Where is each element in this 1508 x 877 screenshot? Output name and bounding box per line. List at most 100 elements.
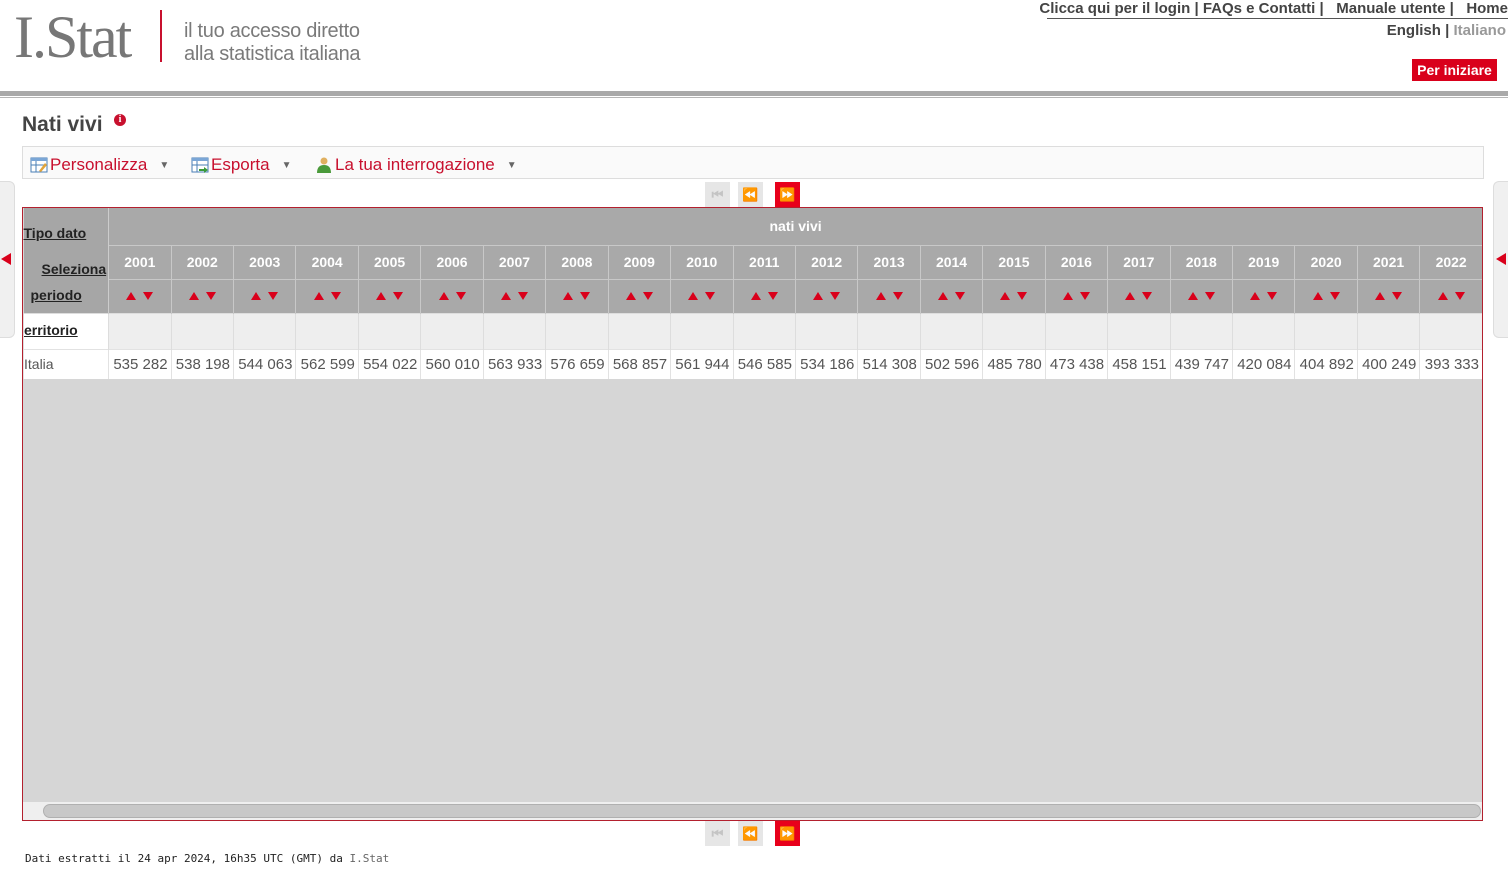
info-icon[interactable]: i (114, 114, 126, 126)
year-header: 2006 (420, 244, 484, 279)
sort-descending-icon[interactable] (580, 291, 591, 300)
sort-ascending-icon[interactable] (1062, 291, 1073, 300)
empty-cell (420, 312, 484, 349)
sort-descending-icon[interactable] (330, 291, 341, 300)
sort-descending-icon[interactable] (1079, 291, 1090, 300)
sort-ascending-icon[interactable] (1125, 291, 1136, 300)
sort-ascending-icon[interactable] (188, 291, 199, 300)
value-cell: 458 151 (1107, 348, 1171, 379)
empty-cell (232, 312, 296, 349)
personalizza-menu[interactable]: Personalizza ▼ (30, 155, 169, 175)
sort-ascending-icon[interactable] (938, 291, 949, 300)
language-switch: English | Italiano (1386, 22, 1506, 39)
sort-descending-icon[interactable] (1204, 291, 1215, 300)
tagline: il tuo accesso diretto alla statistica i… (184, 20, 361, 66)
sort-descending-icon[interactable] (1267, 291, 1278, 300)
year-header: 2015 (982, 244, 1046, 279)
sort-ascending-icon[interactable] (563, 291, 574, 300)
empty-cell (982, 312, 1046, 349)
sort-ascending-icon[interactable] (875, 291, 886, 300)
scrollbar-thumb[interactable] (43, 804, 1481, 818)
sort-ascending-icon[interactable] (688, 291, 699, 300)
horizontal-scrollbar[interactable] (23, 802, 1482, 820)
sort-descending-icon[interactable] (205, 291, 216, 300)
empty-cell (794, 312, 858, 349)
sort-ascending-icon[interactable] (126, 291, 137, 300)
home-link[interactable]: Home (1466, 0, 1508, 17)
istat-logo[interactable]: I.Stat (14, 6, 154, 68)
lang-english[interactable]: English (1387, 22, 1441, 39)
sort-controls (607, 278, 671, 313)
empty-cell (170, 312, 234, 349)
sort-descending-icon[interactable] (393, 291, 404, 300)
footer-note: Dati estratti il 24 apr 2024, 16h35 UTC … (25, 852, 389, 865)
sort-descending-icon[interactable] (1392, 291, 1403, 300)
first-page-icon[interactable]: ⏮ (705, 182, 730, 207)
esporta-menu[interactable]: Esporta ▼ (191, 155, 292, 175)
sort-controls (1231, 278, 1295, 313)
arrow-left-icon[interactable] (1, 253, 11, 265)
sort-ascending-icon[interactable] (813, 291, 824, 300)
sort-ascending-icon[interactable] (1250, 291, 1261, 300)
sort-ascending-icon[interactable] (500, 291, 511, 300)
sort-ascending-icon[interactable] (1187, 291, 1198, 300)
sort-ascending-icon[interactable] (625, 291, 636, 300)
sort-ascending-icon[interactable] (1312, 291, 1323, 300)
sort-descending-icon[interactable] (705, 291, 716, 300)
tipo-dato-label[interactable]: Tipo dato (24, 225, 87, 241)
arrow-left-icon[interactable] (1496, 253, 1506, 265)
faq-link[interactable]: FAQs e Contatti (1203, 0, 1316, 17)
sort-descending-icon[interactable] (455, 291, 466, 300)
sort-descending-icon[interactable] (1017, 291, 1028, 300)
value-cell: 502 596 (919, 348, 983, 379)
territorio-label[interactable]: erritorio (24, 322, 78, 338)
start-button[interactable]: Per iniziare (1412, 59, 1497, 81)
sort-descending-icon[interactable] (642, 291, 653, 300)
sort-controls (670, 278, 733, 313)
prev-page-icon[interactable]: ⏪ (738, 182, 763, 207)
login-link[interactable]: Clicca qui per il login (1039, 0, 1190, 17)
sort-ascending-icon[interactable] (251, 291, 262, 300)
personalizza-label: Personalizza (50, 155, 148, 174)
sort-ascending-icon[interactable] (313, 291, 324, 300)
sort-descending-icon[interactable] (767, 291, 778, 300)
sort-ascending-icon[interactable] (1437, 291, 1448, 300)
footer-text: Dati estratti il 24 apr 2024, 16h35 UTC … (25, 852, 350, 865)
year-header: 2007 (482, 244, 546, 279)
year-header: 2020 (1294, 244, 1358, 279)
year-header: 2021 (1356, 244, 1420, 279)
sort-descending-icon[interactable] (830, 291, 841, 300)
logo-separator (160, 10, 162, 62)
sort-descending-icon[interactable] (143, 291, 154, 300)
empty-cell (1169, 312, 1233, 349)
sort-descending-icon[interactable] (1454, 291, 1465, 300)
sort-descending-icon[interactable] (955, 291, 966, 300)
periodo-label[interactable]: periodo (31, 287, 82, 303)
next-page-icon[interactable]: ⏩ (775, 821, 800, 846)
empty-cell (357, 312, 421, 349)
next-page-icon[interactable]: ⏩ (775, 182, 800, 207)
sort-ascending-icon[interactable] (750, 291, 761, 300)
sort-ascending-icon[interactable] (438, 291, 449, 300)
sort-descending-icon[interactable] (268, 291, 279, 300)
sort-ascending-icon[interactable] (376, 291, 387, 300)
tagline-line-1: il tuo accesso diretto (184, 20, 360, 42)
sort-ascending-icon[interactable] (1375, 291, 1386, 300)
seleziona-label[interactable]: Seleziona (42, 261, 107, 277)
lang-italiano[interactable]: Italiano (1453, 22, 1506, 39)
value-cell: 439 747 (1169, 348, 1233, 379)
prev-page-icon[interactable]: ⏪ (738, 821, 763, 846)
first-page-icon[interactable]: ⏮ (705, 821, 730, 846)
sort-ascending-icon[interactable] (1000, 291, 1011, 300)
top-links-underline (1047, 18, 1508, 19)
sort-descending-icon[interactable] (892, 291, 903, 300)
row-label: Italia (23, 348, 109, 379)
sort-descending-icon[interactable] (517, 291, 528, 300)
manual-link[interactable]: Manuale utente (1336, 0, 1445, 17)
footer-source-link[interactable]: I.Stat (350, 852, 390, 865)
header-divider-thin (0, 97, 1508, 98)
sort-descending-icon[interactable] (1142, 291, 1153, 300)
interrogazione-menu[interactable]: La tua interrogazione ▼ (315, 155, 517, 175)
value-cell: 473 438 (1044, 348, 1108, 379)
sort-descending-icon[interactable] (1329, 291, 1340, 300)
